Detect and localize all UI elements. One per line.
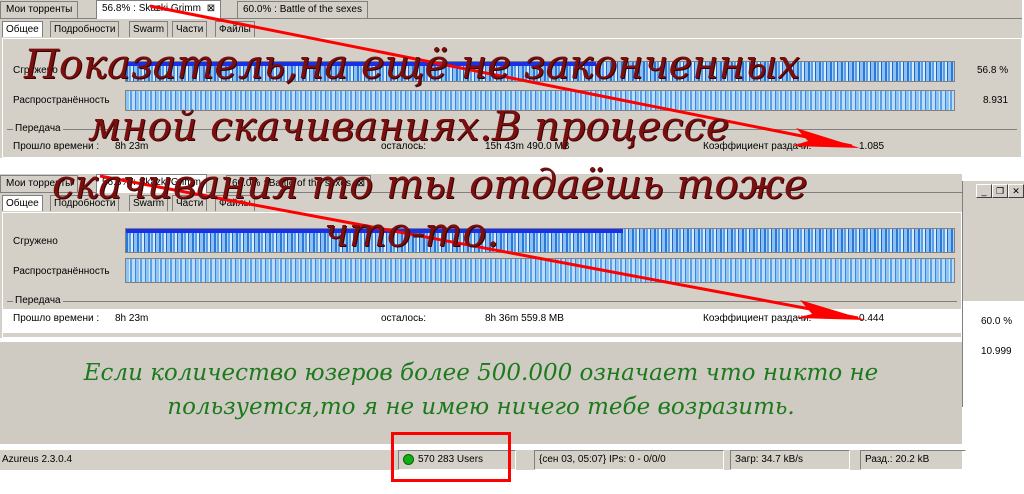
red-annotation-line-4: что-то. [324,210,500,256]
arrow-top-head [792,128,860,148]
red-annotation-line-1: Показатель,на ещё не законченных [24,42,801,88]
red-annotation-line-2: мной скачиваниях.В процессе [88,104,730,150]
arrow-bottom-head [796,300,866,320]
red-annotation-line-3: скачивания то ты отдаёшь тоже [52,162,808,208]
